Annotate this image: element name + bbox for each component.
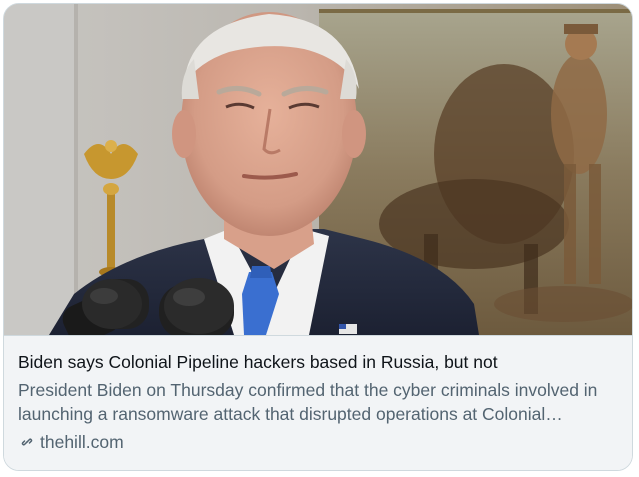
photo-illustration: [4, 4, 632, 335]
card-meta[interactable]: Biden says Colonial Pipeline hackers bas…: [4, 336, 632, 470]
card-domain[interactable]: thehill.com: [18, 431, 620, 453]
card-domain-text: thehill.com: [40, 432, 124, 452]
card-title[interactable]: Biden says Colonial Pipeline hackers bas…: [18, 350, 620, 374]
article-image[interactable]: [4, 4, 632, 335]
link-icon: [21, 438, 33, 446]
link-preview-card[interactable]: Biden says Colonial Pipeline hackers bas…: [3, 3, 633, 471]
card-description: President Biden on Thursday confirmed th…: [18, 380, 598, 424]
